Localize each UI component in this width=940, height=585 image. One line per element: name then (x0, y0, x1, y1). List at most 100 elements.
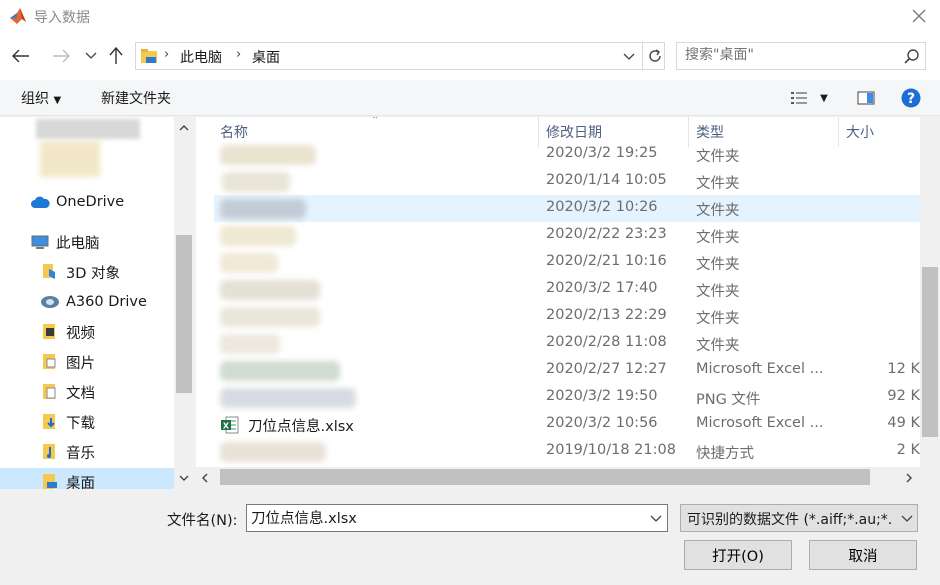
refresh-icon (648, 49, 661, 62)
table-row[interactable]: 2020/3/2 19:50 PNG 文件 92 K (214, 384, 920, 411)
sidebar-item-music[interactable]: 音乐 (40, 438, 95, 466)
preview-pane-button[interactable] (856, 88, 876, 108)
search-box[interactable] (676, 42, 926, 70)
table-row[interactable]: 2020/3/2 10:26 文件夹 (214, 195, 920, 222)
row-modified: 2020/2/22 23:23 (546, 226, 667, 242)
chevron-down-icon (650, 515, 662, 522)
preview-pane-icon (857, 91, 875, 105)
table-row[interactable]: X 刀位点信息.xlsx 2020/3/2 10:56 Microsoft Ex… (214, 411, 920, 438)
row-modified: 2020/3/2 19:50 (546, 388, 658, 404)
computer-icon (30, 233, 50, 251)
table-row[interactable]: 2020/3/2 17:40 文件夹 (214, 276, 920, 303)
file-type-filter-value: 可识别的数据文件 (*.aiff;*.au;*. (687, 512, 893, 528)
sidebar-item-this-pc[interactable]: 此电脑 (30, 228, 100, 256)
sidebar-item-a360-drive[interactable]: A360 Drive (40, 288, 147, 316)
chevron-down-icon (179, 475, 189, 481)
scroll-left-button[interactable] (202, 471, 208, 487)
table-row[interactable]: 2020/2/13 22:29 文件夹 (214, 303, 920, 330)
scrollbar-thumb[interactable] (220, 469, 870, 485)
a360-drive-icon (40, 293, 60, 311)
breadcrumb-this-pc[interactable]: 此电脑 (180, 47, 222, 67)
redacted-name (220, 145, 316, 165)
sidebar-item-label: 文档 (66, 385, 95, 402)
row-type: 文件夹 (696, 203, 740, 219)
chevron-up-icon (179, 125, 189, 131)
details-view-icon (791, 92, 807, 104)
sidebar-item-pictures[interactable]: 图片 (40, 348, 95, 376)
file-list-horizontal-scrollbar[interactable] (196, 467, 920, 487)
back-button[interactable] (10, 44, 32, 68)
redacted-name (220, 442, 326, 462)
sidebar-item-videos[interactable]: 视频 (40, 318, 95, 346)
scroll-right-button[interactable] (906, 471, 912, 487)
video-icon (40, 323, 60, 341)
scroll-down-button[interactable] (177, 471, 191, 485)
scrollbar-thumb[interactable] (922, 267, 938, 437)
close-icon (912, 9, 926, 23)
filter-dropdown-button[interactable] (899, 510, 915, 528)
table-row[interactable]: 2020/1/14 10:05 文件夹 (214, 168, 920, 195)
row-type: 文件夹 (696, 257, 740, 273)
view-options-button[interactable] (788, 88, 810, 108)
sidebar-item-label: 音乐 (66, 445, 95, 462)
table-row[interactable]: 2020/2/27 12:27 Microsoft Excel ... 12 K (214, 357, 920, 384)
forward-button[interactable] (50, 44, 72, 68)
quick-access-blurred (36, 119, 140, 139)
window-title: 导入数据 (34, 10, 90, 26)
chevron-down-icon: ▼ (53, 95, 62, 106)
filename-dropdown-button[interactable] (647, 510, 665, 528)
sort-ascending-icon: ⌃ (371, 117, 380, 126)
organize-button[interactable]: 组织 ▼ (21, 88, 61, 108)
view-dropdown-button[interactable]: ▼ (817, 88, 831, 108)
table-row[interactable]: 2020/3/2 19:25 文件夹 (214, 141, 920, 168)
row-size: 49 K (887, 415, 920, 431)
open-button[interactable]: 打开(O) (684, 540, 792, 570)
music-icon (40, 443, 60, 461)
table-row[interactable]: 2020/2/22 23:23 文件夹 (214, 222, 920, 249)
row-type: 文件夹 (696, 230, 740, 246)
search-input[interactable] (685, 47, 895, 63)
cancel-button[interactable]: 取消 (809, 540, 917, 570)
row-name: 刀位点信息.xlsx (248, 419, 354, 435)
row-modified: 2020/2/28 11:08 (546, 334, 667, 350)
recent-locations-button[interactable] (80, 44, 102, 68)
scrollbar-thumb[interactable] (176, 235, 192, 393)
table-row[interactable]: 2020/2/21 10:16 文件夹 (214, 249, 920, 276)
row-type: 文件夹 (696, 176, 740, 192)
cloud-icon (30, 193, 50, 211)
help-button[interactable]: ? (901, 88, 921, 108)
desktop-icon (40, 473, 60, 489)
documents-icon (40, 383, 60, 401)
close-button[interactable] (906, 4, 932, 28)
filename-combobox[interactable] (246, 504, 668, 532)
file-type-filter-select[interactable]: 可识别的数据文件 (*.aiff;*.au;*. (680, 504, 918, 532)
sidebar-item-documents[interactable]: 文档 (40, 378, 95, 406)
row-size: 92 K (887, 388, 920, 404)
new-folder-button[interactable]: 新建文件夹 (101, 88, 171, 108)
navigation-pane-scrollbar[interactable] (174, 117, 194, 489)
sidebar-item-3d-objects[interactable]: 3D 对象 (40, 258, 120, 286)
row-type: 文件夹 (696, 311, 740, 327)
arrow-left-icon (12, 49, 29, 63)
sidebar-item-label: A360 Drive (66, 294, 147, 310)
organize-label: 组织 (21, 91, 49, 107)
table-row[interactable]: 2019/10/18 21:08 快捷方式 2 K (214, 438, 920, 465)
sidebar-item-onedrive[interactable]: OneDrive (30, 188, 124, 216)
sidebar-item-downloads[interactable]: 下载 (40, 408, 95, 436)
chevron-down-icon (901, 515, 913, 522)
sidebar-item-desktop[interactable]: 桌面 (0, 468, 174, 489)
table-row[interactable]: 2020/2/28 11:08 文件夹 (214, 330, 920, 357)
filename-input[interactable] (251, 509, 641, 525)
breadcrumb-separator: › (164, 47, 170, 62)
scroll-up-button[interactable] (177, 121, 191, 135)
file-list: 名称 ⌃ 修改日期 类型 大小 2020/3/2 19:25 文件夹 2020/… (196, 117, 920, 469)
address-dropdown-button[interactable] (620, 48, 638, 66)
address-bar[interactable]: › 此电脑 › 桌面 (135, 42, 665, 70)
sidebar-item-label: 视频 (66, 325, 95, 342)
up-button[interactable] (105, 44, 127, 68)
refresh-button[interactable] (642, 43, 666, 69)
redacted-name (220, 334, 280, 354)
breadcrumb-desktop[interactable]: 桌面 (252, 47, 280, 67)
arrow-up-icon (109, 47, 123, 64)
file-list-vertical-scrollbar[interactable] (920, 117, 940, 469)
